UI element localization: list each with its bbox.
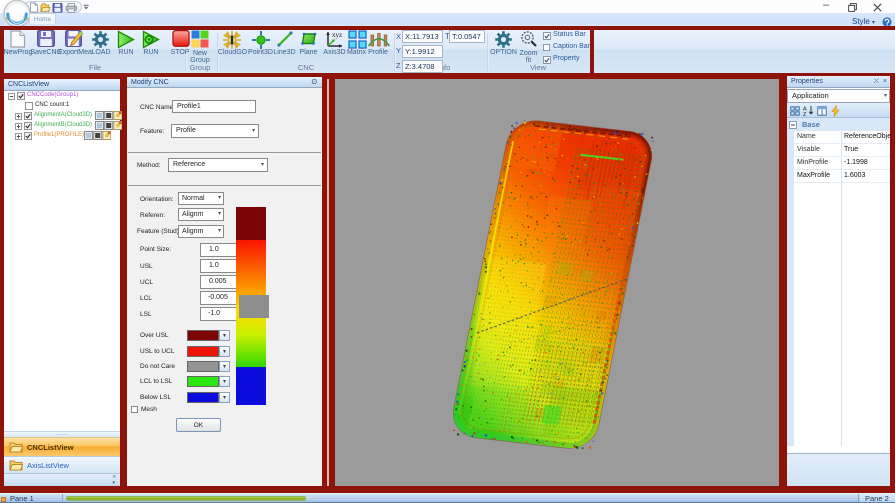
svg-text:Z: Z — [803, 112, 807, 116]
svg-text:xyz: xyz — [332, 31, 342, 39]
